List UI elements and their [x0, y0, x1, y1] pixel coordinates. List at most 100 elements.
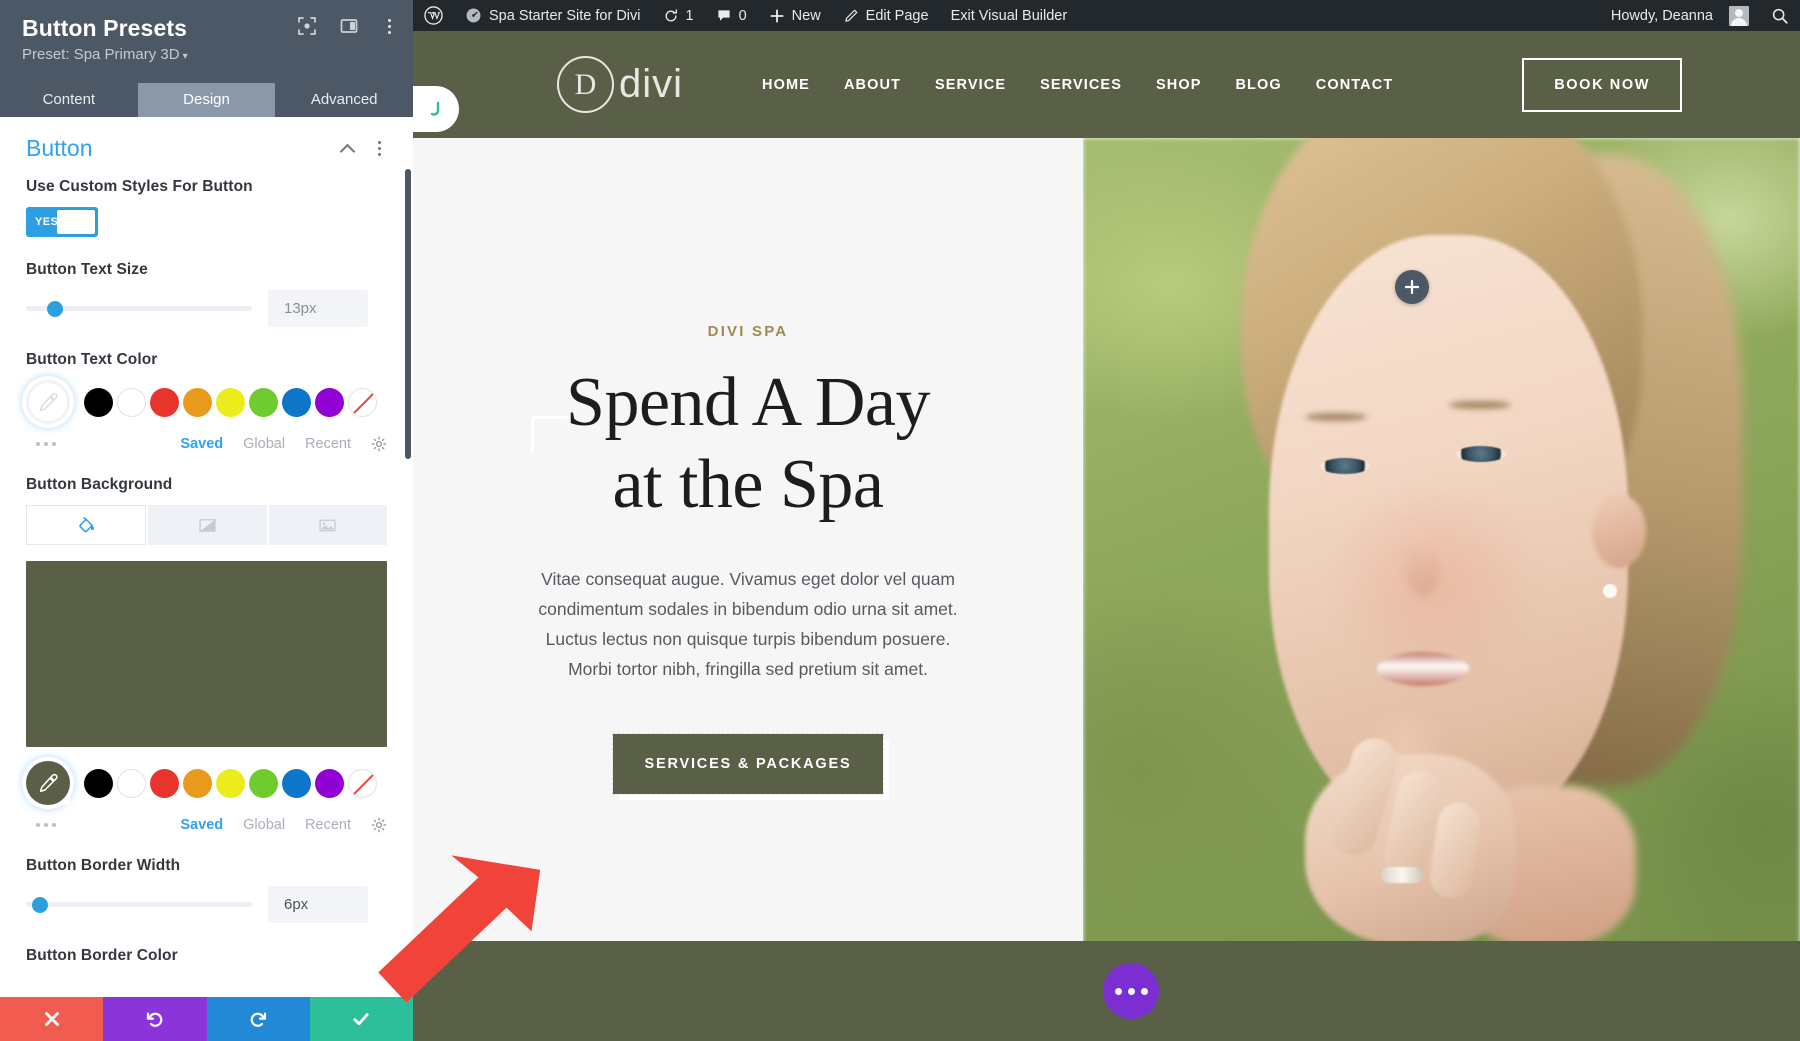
swatch-orange[interactable]	[183, 768, 212, 798]
divi-tab-handle[interactable]	[413, 86, 459, 132]
saved-colors-link[interactable]: Saved	[180, 817, 223, 833]
background-image-tab[interactable]	[268, 505, 387, 545]
site-preview: D divi HOME ABOUT SERVICE SERVICES SHOP …	[413, 31, 1800, 1041]
swatch-white[interactable]	[117, 387, 146, 417]
nav-item-services[interactable]: SERVICES	[1023, 77, 1139, 93]
hero-section: DIVI SPA Spend A Day at the Spa Vitae co…	[413, 138, 1800, 948]
new-label: New	[791, 7, 821, 24]
slider-handle[interactable]	[31, 896, 48, 913]
background-color-preview[interactable]	[26, 561, 387, 747]
swatch-purple[interactable]	[315, 387, 344, 417]
nav-item-about[interactable]: ABOUT	[827, 77, 918, 93]
nav-item-home[interactable]: HOME	[745, 77, 827, 93]
nav-item-shop[interactable]: SHOP	[1139, 77, 1219, 93]
edit-page-menu[interactable]: Edit Page	[832, 0, 940, 31]
undo-button[interactable]	[103, 997, 207, 1041]
layout-columns-icon[interactable]	[339, 16, 359, 36]
swatch-yellow[interactable]	[216, 387, 245, 417]
search-icon	[1772, 8, 1788, 24]
comment-icon	[717, 9, 730, 21]
swatch-red[interactable]	[150, 387, 179, 417]
exit-visual-builder-menu[interactable]: Exit Visual Builder	[940, 0, 1079, 31]
gear-icon[interactable]	[371, 436, 387, 452]
edit-page-label: Edit Page	[865, 7, 929, 24]
new-content-menu[interactable]: New	[758, 0, 832, 31]
save-button[interactable]	[309, 997, 413, 1041]
recent-colors-link[interactable]: Recent	[305, 817, 351, 833]
swatch-transparent[interactable]	[348, 387, 377, 417]
tab-content[interactable]: Content	[0, 83, 138, 117]
add-module-button[interactable]	[1395, 270, 1429, 304]
swatch-black[interactable]	[84, 387, 113, 417]
divi-tab-icon	[430, 101, 440, 116]
global-colors-link[interactable]: Global	[243, 817, 285, 833]
more-vertical-icon[interactable]	[371, 141, 387, 156]
swatch-green[interactable]	[249, 768, 278, 798]
tab-design[interactable]: Design	[137, 83, 276, 117]
site-name-menu[interactable]: Spa Starter Site for Divi	[454, 0, 652, 31]
field-button-background: Button Background Saved Global Recent	[26, 474, 387, 833]
button-text-size-slider[interactable]	[26, 300, 252, 317]
panel-body: Button Use Custom Styles For Button YES	[0, 117, 413, 1041]
section-title: Button	[26, 135, 93, 161]
swatch-orange[interactable]	[183, 387, 212, 417]
wordpress-icon	[424, 6, 443, 25]
redo-button[interactable]	[206, 997, 310, 1041]
hero-heading: Spend A Day at the Spa	[566, 362, 930, 526]
cancel-button[interactable]	[0, 997, 104, 1041]
background-color-meta-row: Saved Global Recent	[26, 817, 387, 833]
swatch-transparent[interactable]	[348, 768, 377, 798]
builder-more-options-button[interactable]	[1103, 963, 1159, 1019]
wordpress-admin-bar: Spa Starter Site for Divi 1 0 New Edit P…	[413, 0, 1800, 31]
nav-item-service[interactable]: SERVICE	[918, 77, 1023, 93]
chevron-up-icon[interactable]	[341, 144, 355, 153]
swatch-blue[interactable]	[282, 768, 311, 798]
button-border-width-value[interactable]: 6px	[268, 886, 368, 923]
panel-scrollbar[interactable]	[405, 169, 411, 459]
eyedropper-icon	[39, 392, 58, 411]
screen-root: D divi HOME ABOUT SERVICE SERVICES SHOP …	[0, 0, 1800, 1041]
nav-item-contact[interactable]: CONTACT	[1299, 77, 1411, 93]
hero-eyebrow: DIVI SPA	[707, 323, 789, 340]
swatch-green[interactable]	[249, 387, 278, 417]
services-packages-button[interactable]: SERVICES & PACKAGES	[611, 733, 885, 795]
button-text-size-value[interactable]: 13px	[268, 290, 368, 327]
updates-menu[interactable]: 1	[652, 0, 705, 31]
gear-icon[interactable]	[371, 817, 387, 833]
panel-subtitle[interactable]: Preset: Spa Primary 3D ▾	[22, 46, 393, 66]
background-color-picker-button[interactable]	[26, 761, 70, 805]
panel-header: Button Presets Preset: Spa Primary 3D ▾	[0, 0, 413, 83]
recent-colors-link[interactable]: Recent	[305, 436, 351, 452]
search-button[interactable]	[1760, 0, 1800, 31]
site-logo[interactable]: D divi	[557, 56, 683, 113]
saved-colors-link[interactable]: Saved	[180, 436, 223, 452]
more-vertical-icon[interactable]	[381, 18, 397, 34]
button-border-width-slider[interactable]	[26, 896, 252, 913]
avatar	[1729, 5, 1749, 26]
swatch-black[interactable]	[84, 768, 113, 798]
swatch-purple[interactable]	[315, 768, 344, 798]
more-colors-icon[interactable]	[36, 823, 56, 827]
swatch-red[interactable]	[150, 768, 179, 798]
plus-icon	[1404, 279, 1420, 295]
swatch-yellow[interactable]	[216, 768, 245, 798]
slider-handle[interactable]	[47, 300, 64, 317]
more-colors-icon[interactable]	[36, 442, 56, 446]
swatch-blue[interactable]	[282, 387, 311, 417]
swatch-white[interactable]	[117, 768, 146, 798]
text-color-picker-button[interactable]	[26, 380, 70, 424]
field-button-text-color: Button Text Color Saved Global Recent	[26, 349, 387, 452]
picker-corner-marker	[58, 793, 70, 805]
book-now-button[interactable]: BOOK NOW	[1522, 57, 1682, 112]
comments-menu[interactable]: 0	[705, 0, 758, 31]
nav-item-blog[interactable]: BLOG	[1218, 77, 1298, 93]
focus-icon[interactable]	[297, 16, 317, 36]
background-color-tab[interactable]	[26, 505, 147, 545]
background-gradient-tab[interactable]	[148, 505, 267, 545]
hero-image-column	[1083, 138, 1800, 948]
use-custom-styles-toggle[interactable]: YES	[26, 207, 98, 237]
account-menu[interactable]: Howdy, Deanna	[1600, 0, 1760, 31]
wp-logo-menu[interactable]	[413, 0, 454, 31]
global-colors-link[interactable]: Global	[243, 436, 285, 452]
tab-advanced[interactable]: Advanced	[275, 83, 413, 117]
